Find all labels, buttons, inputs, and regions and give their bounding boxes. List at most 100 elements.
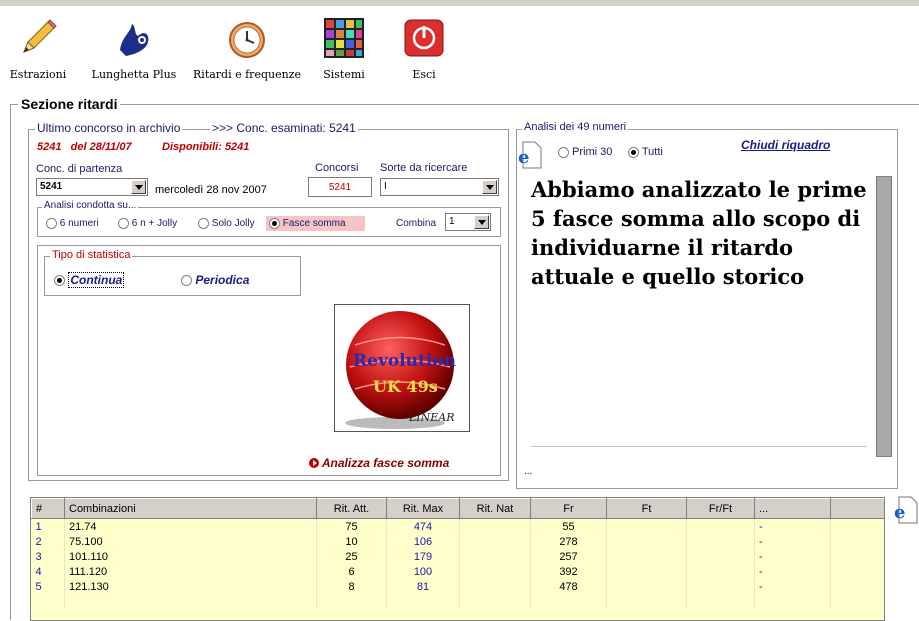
cell: 111.120 <box>64 564 317 579</box>
table-header-row: # Combinazioni Rit. Att. Rit. Max Rit. N… <box>31 498 884 519</box>
esci-button[interactable]: Esci <box>396 12 452 90</box>
cell <box>459 549 531 564</box>
radio-selected-icon[interactable] <box>54 275 65 287</box>
cell: 5 <box>31 579 65 594</box>
sistemi-button[interactable]: Sistemi <box>316 12 372 90</box>
col-header[interactable]: Ft <box>606 498 687 519</box>
cell: 6 <box>316 564 387 579</box>
message-divider <box>531 446 867 447</box>
analysis-legend: Analisi condotta su... <box>42 200 139 211</box>
chevron-down-icon[interactable] <box>474 215 489 229</box>
lunghetta-plus-button[interactable]: Lunghetta Plus <box>88 12 180 90</box>
ritardi-frequenze-label: Ritardi e frequenze <box>193 68 301 81</box>
cell: 3 <box>31 549 65 564</box>
col-header[interactable]: Rit. Max <box>386 498 460 519</box>
col-header[interactable]: Combinazioni <box>64 498 317 519</box>
cell <box>459 579 531 594</box>
sorte-label: Sorte da ricercare <box>380 162 468 174</box>
svg-text:e: e <box>518 147 529 168</box>
cell: 278 <box>530 534 607 549</box>
analyze-label: Analizza fasce somma <box>321 456 450 470</box>
col-header <box>830 498 884 519</box>
option-label: Fasce somma <box>282 218 346 229</box>
sistemi-label: Sistemi <box>323 68 365 81</box>
cell <box>686 518 755 534</box>
ritardi-frequenze-button[interactable]: Ritardi e frequenze <box>190 12 304 90</box>
cell: 21.74 <box>64 518 317 534</box>
radio-selected-icon[interactable] <box>269 217 280 229</box>
message-scrollbar[interactable] <box>876 176 892 457</box>
section-title: Sezione ritardi <box>18 96 121 112</box>
lottery-hand-icon <box>120 24 149 56</box>
table-row[interactable]: 2 75.100 10 106 278 - <box>31 534 884 549</box>
col-header[interactable]: ... <box>754 498 831 519</box>
close-panel-link[interactable]: Chiudi riquadro <box>741 138 830 152</box>
concorsi-label: Concorsi <box>315 162 359 174</box>
analysis-49-legend: Analisi dei 49 numeri <box>522 121 629 133</box>
col-header[interactable]: Rit. Nat <box>459 498 531 519</box>
cell <box>830 549 884 564</box>
cell <box>830 579 884 594</box>
ie-document-icon: e <box>894 496 918 524</box>
table-row[interactable]: 5 121.130 8 81 478 - <box>31 579 884 594</box>
cell <box>686 549 755 564</box>
radio-icon[interactable] <box>46 218 57 229</box>
option-continua[interactable]: Continua <box>54 272 125 288</box>
chevron-down-icon[interactable] <box>131 180 146 194</box>
option-6-numeri[interactable]: 6 numeri <box>46 218 99 229</box>
option-label: Primi 30 <box>572 146 613 158</box>
start-select[interactable]: 5241 <box>36 178 148 196</box>
combina-value: 1 <box>449 216 455 227</box>
panel-footer: ... <box>524 466 533 477</box>
cell <box>606 518 687 534</box>
cell: - <box>754 549 831 564</box>
col-header[interactable]: Rit. Att. <box>316 498 387 519</box>
cell: 257 <box>530 549 607 564</box>
estrazioni-label: Estrazioni <box>9 68 67 81</box>
cell <box>459 564 531 579</box>
cell: 101.110 <box>64 549 317 564</box>
sorte-select[interactable]: I <box>380 178 499 196</box>
cell: 75 <box>316 518 387 534</box>
start-value: 5241 <box>40 181 63 192</box>
table-row[interactable]: 1 21.74 75 474 55 - <box>31 518 884 534</box>
start-label: Conc. di partenza <box>36 163 123 175</box>
cell <box>830 534 884 549</box>
cell <box>459 518 531 534</box>
main-toolbar: Estrazioni Lunghetta Plus Ritardi e freq… <box>0 6 919 90</box>
col-header[interactable]: Fr/Ft <box>686 498 755 519</box>
cell <box>686 534 755 549</box>
cell <box>830 518 884 534</box>
cell <box>686 579 755 594</box>
estrazioni-button[interactable]: Estrazioni <box>4 12 72 90</box>
radio-icon[interactable] <box>118 218 129 229</box>
cell: 81 <box>386 579 460 594</box>
option-solo-jolly[interactable]: Solo Jolly <box>198 218 255 229</box>
cell: 55 <box>530 518 607 534</box>
cell: 106 <box>386 534 460 549</box>
option-fasce-somma[interactable]: Fasce somma <box>266 216 365 231</box>
radio-icon[interactable] <box>558 146 569 158</box>
combina-select[interactable]: 1 <box>445 213 491 231</box>
table-row[interactable]: 3 101.110 25 179 257 - <box>31 549 884 564</box>
ie-document-icon: e <box>518 141 542 169</box>
analyze-button[interactable]: Analizza fasce somma <box>309 456 449 470</box>
option-primi-30[interactable]: Primi 30 <box>558 146 612 158</box>
cell <box>606 579 687 594</box>
option-6n-jolly[interactable]: 6 n + Jolly <box>118 218 177 229</box>
color-grid-icon <box>324 18 364 58</box>
radio-icon[interactable] <box>181 275 192 287</box>
table-row[interactable]: 4 111.120 6 100 392 - <box>31 564 884 579</box>
last-draw: 5241 del 28/11/07 <box>37 141 132 153</box>
radio-icon[interactable] <box>198 218 209 229</box>
option-tutti[interactable]: Tutti <box>628 146 663 158</box>
cell: - <box>754 564 831 579</box>
cell: 8 <box>316 579 387 594</box>
concorsi-input[interactable]: 5241 <box>308 177 372 197</box>
col-header[interactable]: # <box>31 498 65 519</box>
svg-text:e: e <box>894 502 905 523</box>
chevron-down-icon[interactable] <box>482 180 497 194</box>
radio-selected-icon[interactable] <box>628 146 639 158</box>
option-periodica[interactable]: Periodica <box>181 273 249 287</box>
col-header[interactable]: Fr <box>530 498 607 519</box>
